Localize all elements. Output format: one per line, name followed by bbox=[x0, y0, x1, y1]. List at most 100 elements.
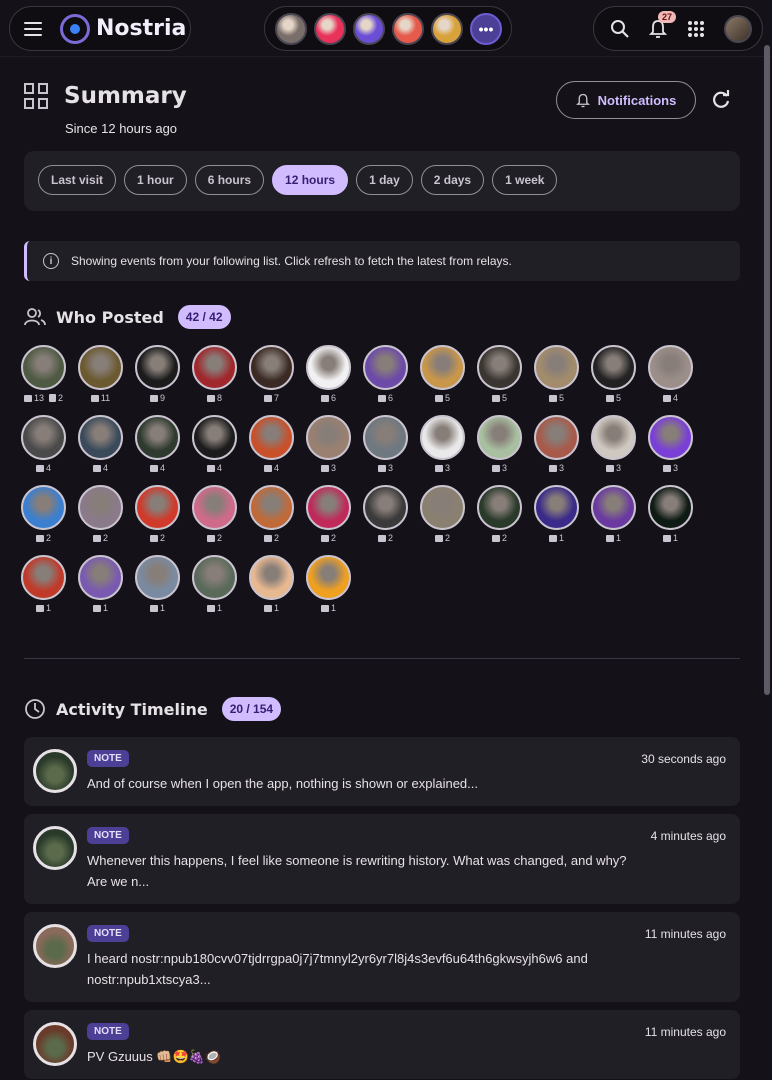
range-chip[interactable]: 12 hours bbox=[272, 165, 349, 195]
search-icon[interactable] bbox=[610, 19, 630, 39]
poster-avatar[interactable] bbox=[420, 485, 465, 530]
poster-item[interactable]: 2 bbox=[192, 485, 237, 543]
timeline-avatar[interactable] bbox=[33, 749, 77, 793]
poster-avatar[interactable] bbox=[477, 485, 522, 530]
apps-grid-icon[interactable] bbox=[686, 19, 706, 39]
poster-avatar[interactable] bbox=[135, 415, 180, 460]
poster-avatar[interactable] bbox=[21, 485, 66, 530]
poster-item[interactable]: 4 bbox=[249, 415, 294, 473]
poster-item[interactable]: 6 bbox=[306, 345, 351, 403]
poster-item[interactable]: 4 bbox=[192, 415, 237, 473]
range-chip[interactable]: Last visit bbox=[38, 165, 117, 195]
poster-avatar[interactable] bbox=[363, 345, 408, 390]
hamburger-menu-icon[interactable] bbox=[24, 18, 46, 40]
poster-avatar[interactable] bbox=[135, 345, 180, 390]
poster-item[interactable]: 1 bbox=[249, 555, 294, 613]
poster-item[interactable]: 4 bbox=[648, 345, 693, 403]
poster-avatar[interactable] bbox=[21, 555, 66, 600]
poster-item[interactable]: 1 bbox=[648, 485, 693, 543]
poster-avatar[interactable] bbox=[648, 485, 693, 530]
poster-avatar[interactable] bbox=[648, 415, 693, 460]
poster-item[interactable]: 2 bbox=[306, 485, 351, 543]
poster-item[interactable]: 1 bbox=[78, 555, 123, 613]
poster-item[interactable]: 7 bbox=[249, 345, 294, 403]
poster-avatar[interactable] bbox=[591, 345, 636, 390]
poster-item[interactable]: 9 bbox=[135, 345, 180, 403]
poster-avatar[interactable] bbox=[534, 485, 579, 530]
timeline-item[interactable]: NOTE 11 minutes ago I heard nostr:npub180c… bbox=[24, 912, 740, 1002]
timeline-item[interactable]: NOTE 11 minutes ago PV Gzuuus 👊🏼🤩🍇🥥 bbox=[24, 1010, 740, 1079]
poster-avatar[interactable] bbox=[420, 345, 465, 390]
poster-avatar[interactable] bbox=[477, 415, 522, 460]
poster-item[interactable]: 2 bbox=[363, 485, 408, 543]
poster-item[interactable]: 5 bbox=[534, 345, 579, 403]
poster-avatar[interactable] bbox=[192, 485, 237, 530]
poster-item[interactable]: 11 bbox=[78, 345, 123, 403]
poster-item[interactable]: 3 bbox=[648, 415, 693, 473]
poster-avatar[interactable] bbox=[78, 415, 123, 460]
poster-avatar[interactable] bbox=[192, 345, 237, 390]
timeline-avatar[interactable] bbox=[33, 924, 77, 968]
poster-item[interactable]: 4 bbox=[135, 415, 180, 473]
poster-item[interactable]: 5 bbox=[477, 345, 522, 403]
favorite-account-avatar[interactable] bbox=[275, 12, 307, 45]
poster-item[interactable]: 3 bbox=[534, 415, 579, 473]
poster-item[interactable]: 1 bbox=[21, 555, 66, 613]
poster-avatar[interactable] bbox=[534, 345, 579, 390]
poster-item[interactable]: 1 bbox=[192, 555, 237, 613]
poster-avatar[interactable] bbox=[306, 485, 351, 530]
app-name[interactable]: Nostria bbox=[96, 16, 186, 41]
poster-item[interactable]: 1 bbox=[135, 555, 180, 613]
range-chip[interactable]: 2 days bbox=[420, 165, 485, 195]
poster-avatar[interactable] bbox=[648, 345, 693, 390]
poster-avatar[interactable] bbox=[192, 555, 237, 600]
poster-item[interactable]: 2 bbox=[135, 485, 180, 543]
poster-item[interactable]: 3 bbox=[420, 415, 465, 473]
poster-item[interactable]: 5 bbox=[420, 345, 465, 403]
poster-item[interactable]: 4 bbox=[78, 415, 123, 473]
range-chip[interactable]: 6 hours bbox=[194, 165, 265, 195]
poster-item[interactable]: 8 bbox=[192, 345, 237, 403]
timeline-avatar[interactable] bbox=[33, 826, 77, 870]
poster-avatar[interactable] bbox=[135, 555, 180, 600]
poster-avatar[interactable] bbox=[477, 345, 522, 390]
more-accounts-button[interactable]: ••• bbox=[470, 12, 502, 45]
favorite-account-avatar[interactable] bbox=[314, 12, 346, 45]
poster-item[interactable]: 2 bbox=[420, 485, 465, 543]
favorite-account-avatar[interactable] bbox=[353, 12, 385, 45]
poster-avatar[interactable] bbox=[591, 485, 636, 530]
poster-avatar[interactable] bbox=[363, 485, 408, 530]
poster-avatar[interactable] bbox=[78, 345, 123, 390]
poster-item[interactable]: 2 bbox=[477, 485, 522, 543]
poster-item[interactable]: 3 bbox=[306, 415, 351, 473]
profile-avatar[interactable] bbox=[724, 14, 752, 43]
poster-avatar[interactable] bbox=[78, 555, 123, 600]
poster-avatar[interactable] bbox=[78, 485, 123, 530]
nostria-logo-icon[interactable] bbox=[60, 13, 90, 44]
poster-avatar[interactable] bbox=[249, 555, 294, 600]
poster-avatar[interactable] bbox=[249, 345, 294, 390]
poster-item[interactable]: 3 bbox=[363, 415, 408, 473]
notifications-button[interactable]: Notifications bbox=[556, 81, 696, 119]
poster-item[interactable]: 6 bbox=[363, 345, 408, 403]
poster-item[interactable]: 4 bbox=[21, 415, 66, 473]
notifications-bell-icon[interactable]: 27 bbox=[648, 10, 677, 39]
favorite-account-avatar[interactable] bbox=[431, 12, 463, 45]
range-chip[interactable]: 1 day bbox=[356, 165, 413, 195]
poster-avatar[interactable] bbox=[420, 415, 465, 460]
poster-item[interactable]: 2 bbox=[78, 485, 123, 543]
poster-avatar[interactable] bbox=[306, 555, 351, 600]
range-chip[interactable]: 1 hour bbox=[124, 165, 187, 195]
timeline-item[interactable]: NOTE 4 minutes ago Whenever this happens, … bbox=[24, 814, 740, 904]
poster-avatar[interactable] bbox=[249, 415, 294, 460]
poster-avatar[interactable] bbox=[249, 485, 294, 530]
poster-item[interactable]: 1 bbox=[306, 555, 351, 613]
poster-item[interactable]: 5 bbox=[591, 345, 636, 403]
range-chip[interactable]: 1 week bbox=[492, 165, 558, 195]
poster-avatar[interactable] bbox=[306, 345, 351, 390]
refresh-icon[interactable] bbox=[710, 89, 732, 111]
poster-avatar[interactable] bbox=[534, 415, 579, 460]
poster-item[interactable]: 13 2 bbox=[21, 345, 66, 403]
poster-avatar[interactable] bbox=[306, 415, 351, 460]
poster-item[interactable]: 1 bbox=[591, 485, 636, 543]
